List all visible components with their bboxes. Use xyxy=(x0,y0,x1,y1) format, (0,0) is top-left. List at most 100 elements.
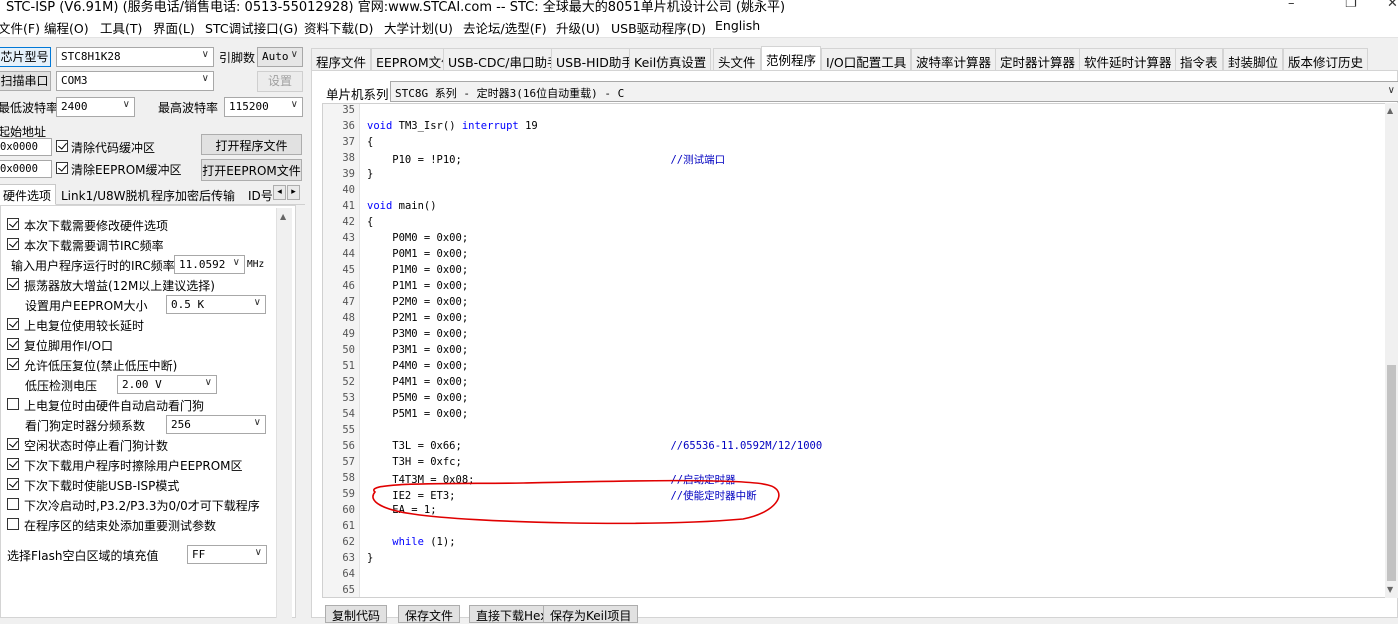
chevron-down-icon: ∨ xyxy=(232,257,240,268)
checkbox[interactable] xyxy=(7,278,19,290)
checkbox[interactable] xyxy=(7,498,19,510)
maximize-button[interactable]: ❐ xyxy=(1345,0,1357,11)
save-file-button[interactable]: 保存文件 xyxy=(398,605,461,623)
menu-english[interactable]: English xyxy=(715,18,760,33)
menu-usb-driver[interactable]: USB驱动程序(D) xyxy=(611,18,706,37)
tab-encrypted-transfer[interactable]: 程序加密后传输 xyxy=(146,184,240,205)
lvd-select[interactable]: 2.00 V ∨ xyxy=(117,375,217,394)
tab-scroll-left-icon[interactable]: ◂ xyxy=(273,185,286,200)
checkbox[interactable] xyxy=(7,518,19,530)
lvd-value: 2.00 V xyxy=(122,378,162,391)
menu-forum[interactable]: 去论坛/选型(F) xyxy=(463,18,547,37)
code-address-input[interactable]: 0x0000 xyxy=(0,138,52,156)
scroll-thumb[interactable] xyxy=(1387,365,1396,581)
series-select[interactable]: STC8G 系列 - 定时器3(16位自动重载) - C ∨ xyxy=(390,81,1398,102)
line-number: 61 xyxy=(342,520,355,532)
line-number: 35 xyxy=(342,104,355,116)
menu-tools[interactable]: 工具(T) xyxy=(100,18,142,37)
window-title: STC-ISP (V6.91M) (服务电话/销售电话: 0513-550129… xyxy=(6,0,786,14)
menu-file[interactable]: 文件(F) xyxy=(0,18,40,37)
checkbox[interactable] xyxy=(7,358,19,370)
tab-baud-calc[interactable]: 波特率计算器 xyxy=(911,48,997,70)
code-line: P1M1 = 0x00; xyxy=(367,280,469,292)
scan-port-button[interactable]: 扫描串口 xyxy=(0,71,51,91)
option-label: 上电复位时由硬件自动启动看门狗 xyxy=(24,399,205,413)
tab-usb-hid[interactable]: USB-HID助手 xyxy=(551,48,639,70)
line-number: 59 xyxy=(342,488,355,500)
code-editor[interactable]: 35 36 37 38 39 40 41 42 43 44 45 46 47 48 49 50 51 52 53 54… xyxy=(322,103,1398,598)
line-number: 44 xyxy=(342,248,355,260)
open-program-button[interactable]: 打开程序文件 xyxy=(201,134,302,155)
checkbox[interactable] xyxy=(7,438,19,450)
checkbox[interactable] xyxy=(7,398,19,410)
tab-instruction-table[interactable]: 指令表 xyxy=(1175,48,1223,70)
scroll-up-icon[interactable]: ▲ xyxy=(280,212,286,221)
tab-timer-calc[interactable]: 定时器计算器 xyxy=(995,48,1081,70)
tab-io-config[interactable]: I/O口配置工具 xyxy=(821,48,912,70)
checkbox[interactable] xyxy=(7,218,19,230)
eeprom-size-select[interactable]: 0.5 K ∨ xyxy=(166,295,266,314)
chip-type-value: STC8H1K28 xyxy=(61,50,121,63)
menu-view[interactable]: 界面(L) xyxy=(153,18,195,37)
min-baud-select[interactable]: 2400 ∨ xyxy=(56,97,135,117)
tab-link1-offline[interactable]: Link1/U8W脱机 xyxy=(56,184,155,205)
wdt-divider-select[interactable]: 256 ∨ xyxy=(166,415,266,434)
copy-code-button[interactable]: 复制代码 xyxy=(325,605,388,623)
eeprom-address-input[interactable]: 0x0000 xyxy=(0,160,52,178)
tab-package-pins[interactable]: 封装脚位 xyxy=(1223,48,1284,70)
pins-select[interactable]: Auto ∨ xyxy=(257,47,303,67)
settings-button[interactable]: 设置 xyxy=(257,71,303,92)
irc-frequency-label: 输入用户程序运行时的IRC频率 xyxy=(11,259,175,273)
tab-version-history[interactable]: 版本修订历史 xyxy=(1283,48,1369,70)
menu-upgrade[interactable]: 升级(U) xyxy=(556,18,600,37)
menu-program[interactable]: 编程(O) xyxy=(44,18,89,37)
scroll-up-icon[interactable]: ▲ xyxy=(1387,106,1393,115)
tab-hardware-options[interactable]: 硬件选项 xyxy=(0,184,57,205)
options-scrollbar[interactable]: ▲ xyxy=(276,208,292,618)
save-keil-project-button[interactable]: 保存为Keil项目 xyxy=(543,605,639,623)
menu-download[interactable]: 资料下载(D) xyxy=(304,18,373,37)
checkbox[interactable] xyxy=(7,238,19,250)
checkbox[interactable] xyxy=(7,478,19,490)
tab-header-file[interactable]: 头文件 xyxy=(713,48,761,70)
menu-debug[interactable]: STC调试接口(G) xyxy=(205,18,298,37)
line-number: 37 xyxy=(342,136,355,148)
irc-frequency-value: 11.0592 xyxy=(179,258,226,271)
option-label: 下次冷启动时,P3.2/P3.3为0/0才可下载程序 xyxy=(24,499,260,513)
chip-type-select[interactable]: STC8H1K28 ∨ xyxy=(56,47,214,67)
code-line: P10 = !P10; //测试端口 xyxy=(367,154,726,166)
line-number: 39 xyxy=(342,168,355,180)
option-label: 本次下载需要修改硬件选项 xyxy=(24,219,169,233)
checkbox[interactable] xyxy=(7,338,19,350)
series-label: 单片机系列 xyxy=(326,87,389,102)
tab-delay-calc[interactable]: 软件延时计算器 xyxy=(1079,48,1177,70)
close-button[interactable]: ✕ xyxy=(1387,0,1398,11)
clear-eeprom-checkbox[interactable] xyxy=(56,162,68,174)
fill-value-select[interactable]: FF ∨ xyxy=(187,545,267,564)
tab-program-file[interactable]: 程序文件 xyxy=(311,48,372,70)
irc-frequency-select[interactable]: 11.0592 ∨ xyxy=(174,255,245,274)
option-label: 允许低压复位(禁止低压中断) xyxy=(24,359,178,373)
download-hex-button[interactable]: 直接下载Hex xyxy=(469,605,555,623)
menu-university[interactable]: 大学计划(U) xyxy=(384,18,453,37)
minimize-button[interactable]: – xyxy=(1288,0,1295,11)
scroll-down-icon[interactable]: ▼ xyxy=(1387,585,1393,594)
checkbox[interactable] xyxy=(7,458,19,470)
line-number: 43 xyxy=(342,232,355,244)
checkbox[interactable] xyxy=(7,318,19,330)
chevron-down-icon: ∨ xyxy=(290,49,298,60)
clear-eeprom-label: 清除EEPROM缓冲区 xyxy=(71,163,182,177)
clear-code-checkbox[interactable] xyxy=(56,140,68,152)
open-eeprom-button[interactable]: 打开EEPROM文件 xyxy=(201,159,302,181)
chip-type-button[interactable]: 芯片型号 xyxy=(0,47,51,67)
port-select[interactable]: COM3 ∨ xyxy=(56,71,214,91)
code-scrollbar[interactable]: ▲ ▼ xyxy=(1385,103,1398,598)
tab-usb-cdc[interactable]: USB-CDC/串口助手 xyxy=(443,48,565,70)
tab-keil-sim[interactable]: Keil仿真设置 xyxy=(629,48,712,70)
line-number: 56 xyxy=(342,440,355,452)
line-number: 57 xyxy=(342,456,355,468)
line-number: 47 xyxy=(342,296,355,308)
tab-scroll-right-icon[interactable]: ▸ xyxy=(287,185,300,200)
max-baud-select[interactable]: 115200 ∨ xyxy=(224,97,303,117)
tab-examples[interactable]: 范例程序 xyxy=(761,46,822,70)
